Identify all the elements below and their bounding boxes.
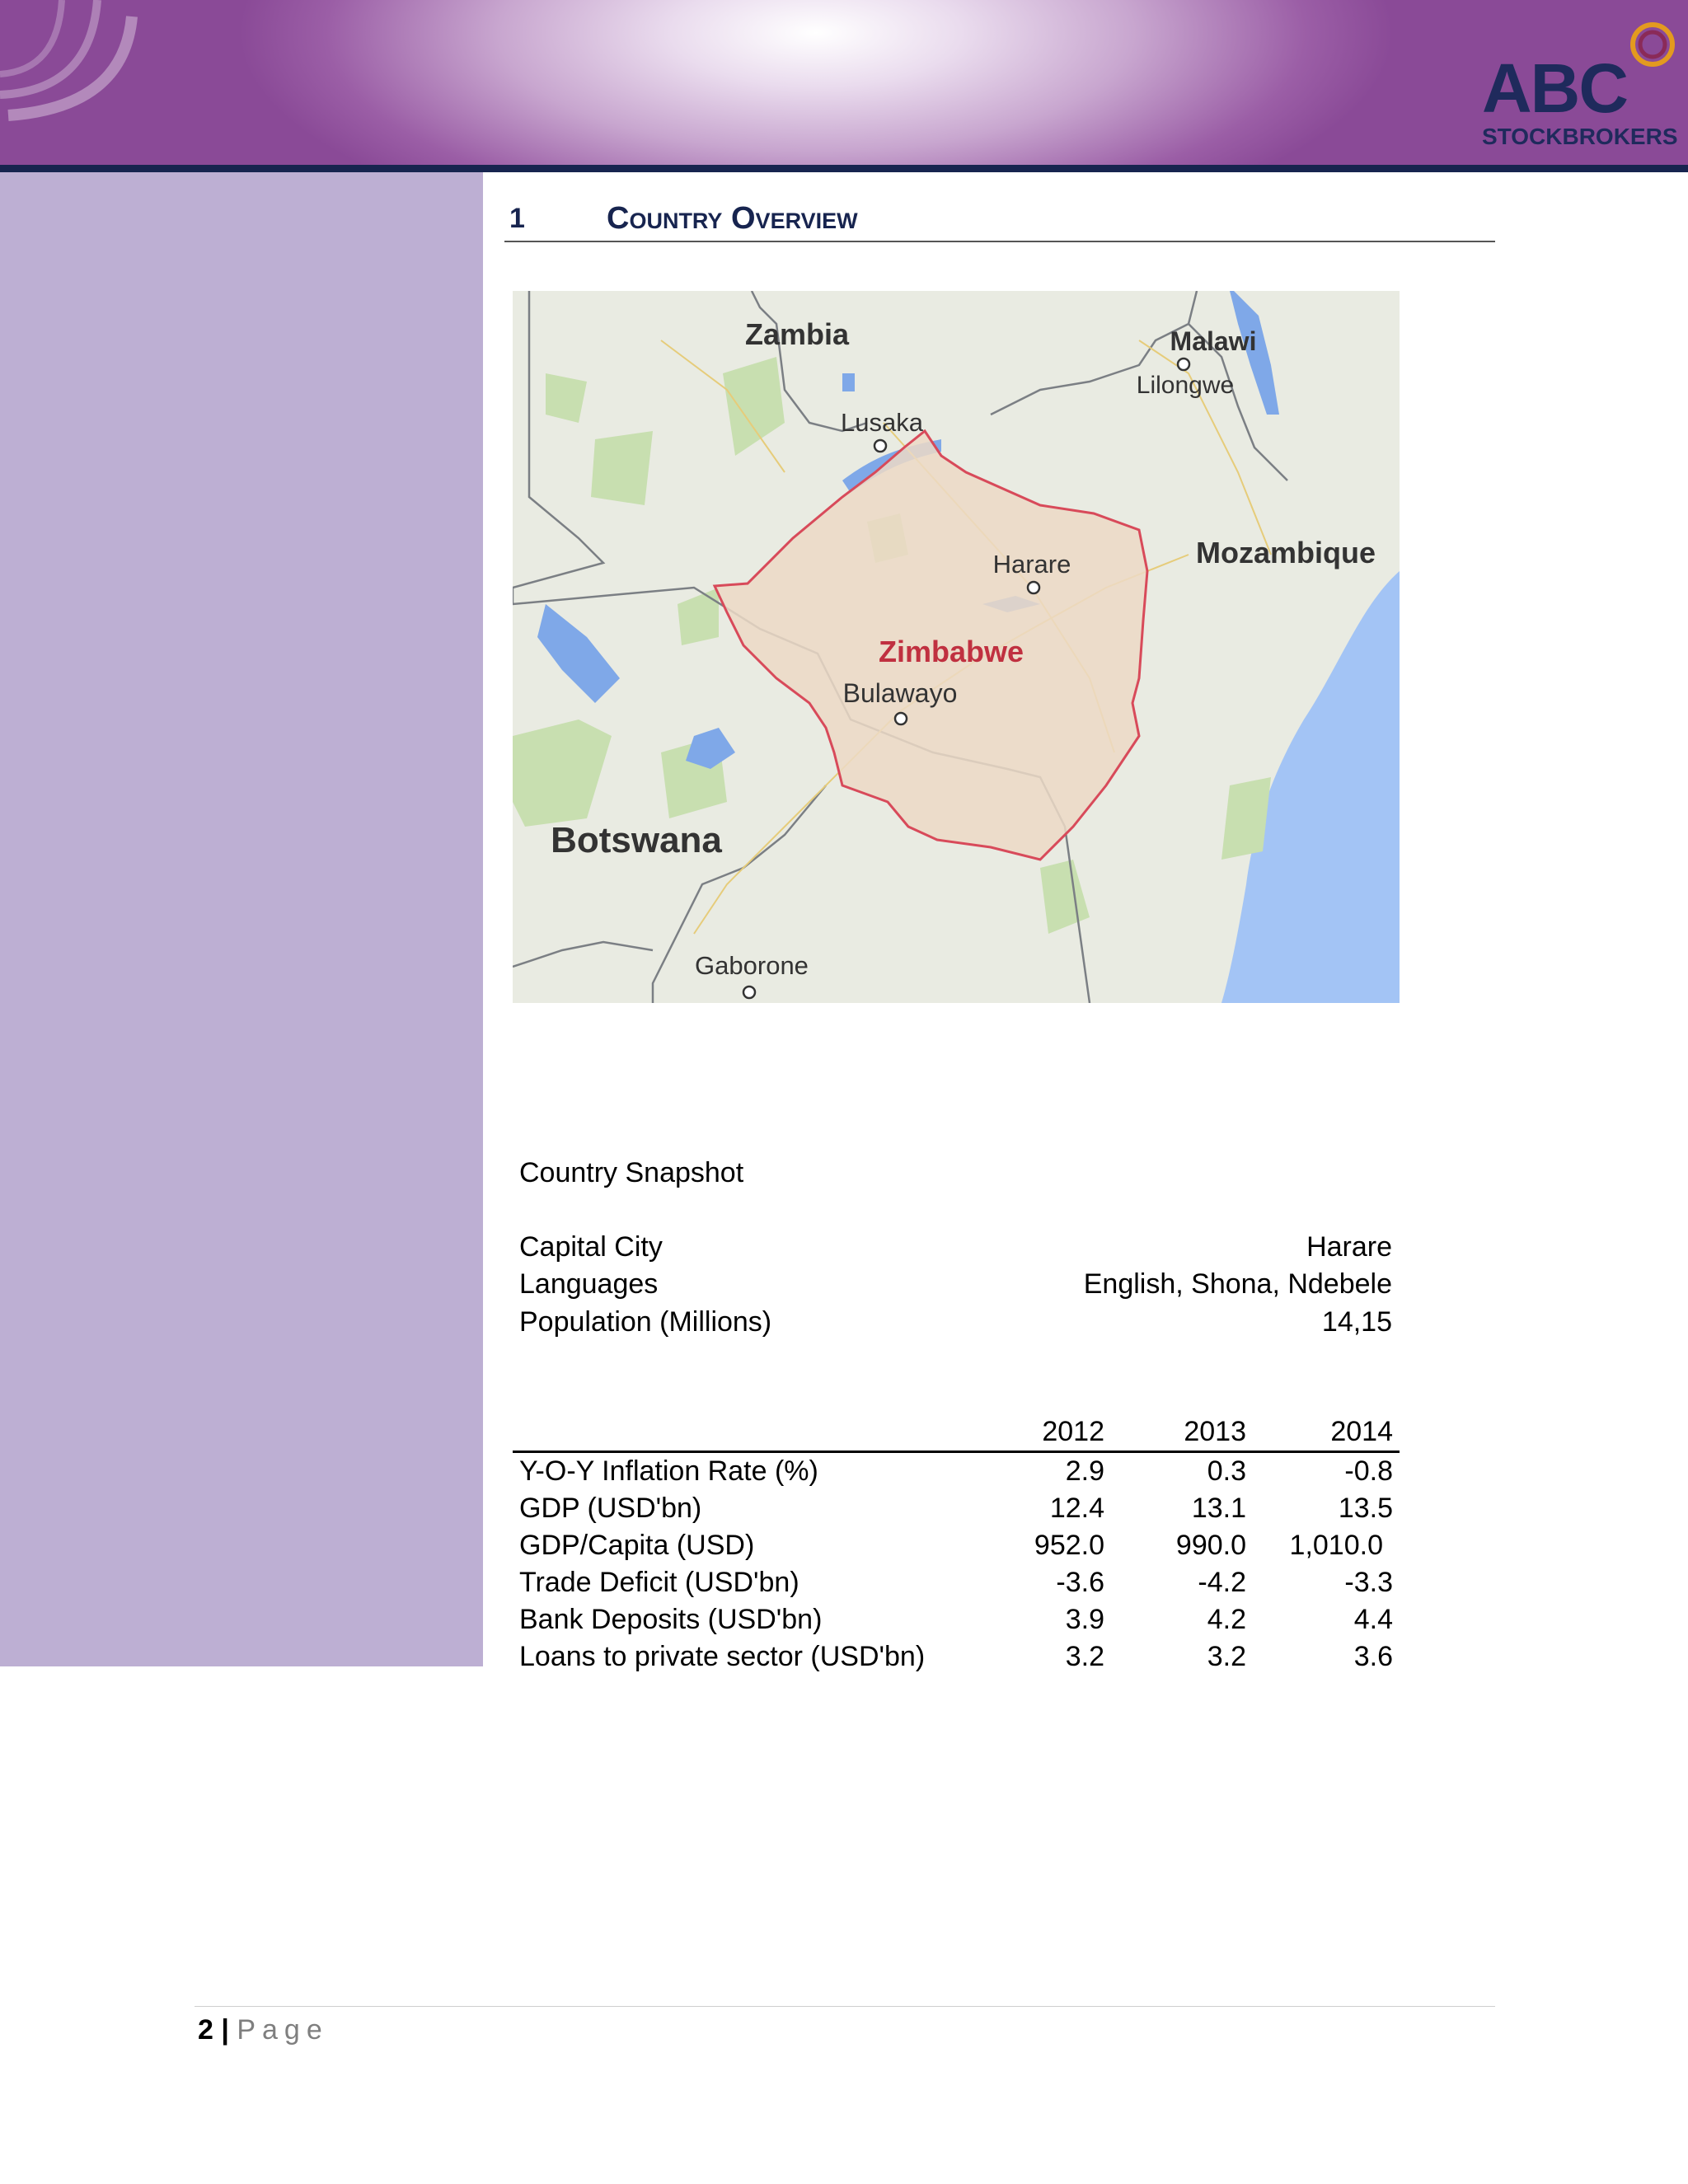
section-title: Country Overview: [607, 201, 858, 236]
fact-value-capital: Harare: [1306, 1231, 1392, 1263]
fact-value-population: 14,15: [1321, 1306, 1392, 1338]
cell-2013: 990.0: [1175, 1530, 1246, 1561]
cell-2012: 3.9: [1065, 1604, 1104, 1635]
map-label-mozambique: Mozambique: [1196, 536, 1376, 569]
swirl-graphic: [0, 0, 138, 121]
row-label: GDP/Capita (USD): [519, 1530, 755, 1561]
cell-2014: 1,010.0: [1289, 1530, 1383, 1561]
fact-label-population: Population (Millions): [519, 1306, 772, 1338]
cell-2013: 3.2: [1207, 1641, 1246, 1672]
cell-2014: -0.8: [1344, 1455, 1393, 1487]
year-header-2012: 2012: [1042, 1416, 1104, 1447]
zimbabwe-map: Zambia Lusaka Malawi Lilongwe Mozambique…: [513, 291, 1400, 1003]
side-panel: [0, 172, 483, 1666]
logo-wordmark: ABC: [1482, 49, 1629, 127]
cell-2012: 2.9: [1065, 1455, 1104, 1487]
row-label: Loans to private sector (USD'bn): [519, 1641, 926, 1672]
row-label: GDP (USD'bn): [519, 1493, 702, 1524]
cell-2012: 3.2: [1065, 1641, 1104, 1672]
section-heading: 1 Country Overview: [504, 199, 1495, 242]
cell-2014: -3.3: [1344, 1567, 1393, 1598]
cell-2012: 12.4: [1049, 1493, 1104, 1524]
cell-2012: -3.6: [1056, 1567, 1104, 1598]
table-header-row: 2012 2013 2014: [513, 1413, 1400, 1453]
footer-rule: [195, 2006, 1495, 2007]
header-rule: [0, 165, 1688, 172]
header-banner: [0, 0, 1688, 165]
footer-separator: |: [221, 2014, 229, 2046]
year-header-2013: 2013: [1184, 1416, 1246, 1447]
map-label-harare: Harare: [993, 550, 1071, 579]
map-label-gaborone: Gaborone: [695, 951, 809, 980]
fact-label-languages: Languages: [519, 1268, 659, 1300]
table-row: GDP (USD'bn) 12.4 13.1 13.5: [513, 1490, 1400, 1527]
map-label-lusaka: Lusaka: [841, 408, 924, 437]
page-number: 2: [198, 2014, 213, 2046]
indicators-table: 2012 2013 2014 Y-O-Y Inflation Rate (%) …: [513, 1413, 1400, 1675]
map-label-zimbabwe: Zimbabwe: [879, 635, 1024, 668]
table-row: GDP/Capita (USD) 952.0 990.0 1,010.0: [513, 1527, 1400, 1564]
map-label-malawi: Malawi: [1170, 326, 1257, 356]
page-footer: 2 | Page: [198, 2011, 329, 2049]
map-label-botswana: Botswana: [551, 820, 722, 860]
fact-value-languages: English, Shona, Ndebele: [1083, 1268, 1392, 1300]
cell-2012: 952.0: [1034, 1530, 1104, 1561]
cell-2014: 3.6: [1353, 1641, 1393, 1672]
page-word: Page: [237, 2014, 329, 2046]
map-label-bulawayo: Bulawayo: [843, 678, 958, 708]
cell-2013: -4.2: [1198, 1567, 1246, 1598]
table-row: Loans to private sector (USD'bn) 3.2 3.2…: [513, 1638, 1400, 1675]
cell-2013: 0.3: [1207, 1455, 1246, 1487]
section-number: 1: [509, 203, 525, 234]
year-header-2014: 2014: [1330, 1416, 1393, 1447]
cell-2014: 13.5: [1338, 1493, 1393, 1524]
snapshot-title: Country Snapshot: [519, 1157, 744, 1188]
table-row: Trade Deficit (USD'bn) -3.6 -4.2 -3.3: [513, 1564, 1400, 1601]
cell-2014: 4.4: [1353, 1604, 1393, 1635]
table-row: Y-O-Y Inflation Rate (%) 2.9 0.3 -0.8: [513, 1453, 1400, 1490]
map-label-zambia: Zambia: [745, 317, 850, 351]
cell-2013: 4.2: [1207, 1604, 1246, 1635]
map-label-lilongwe: Lilongwe: [1137, 372, 1234, 399]
fact-label-capital: Capital City: [519, 1231, 663, 1263]
row-label: Bank Deposits (USD'bn): [519, 1604, 823, 1635]
row-label: Y-O-Y Inflation Rate (%): [519, 1455, 818, 1487]
table-row: Bank Deposits (USD'bn) 3.9 4.2 4.4: [513, 1601, 1400, 1638]
row-label: Trade Deficit (USD'bn): [519, 1567, 799, 1598]
cell-2013: 13.1: [1191, 1493, 1246, 1524]
logo-subtitle: STOCKBROKERS: [1482, 124, 1678, 149]
